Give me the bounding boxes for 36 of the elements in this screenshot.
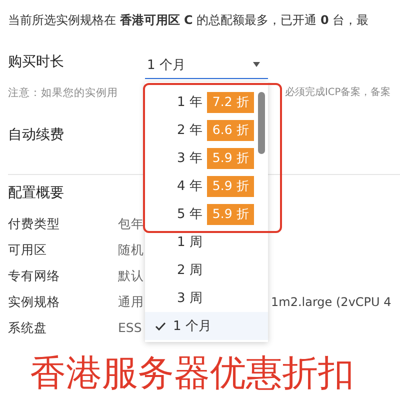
icp-note: 注意：如果您的实例用 xyxy=(8,86,118,101)
caret-icon xyxy=(253,62,260,67)
summary-label: 系统盘 xyxy=(8,319,48,337)
dropdown-option[interactable]: 2 周 xyxy=(145,256,268,284)
section-title: 配置概要 xyxy=(8,185,64,201)
summary-value: 默认 xyxy=(118,267,144,285)
summary-value: 包年 xyxy=(118,215,144,233)
dropdown-option[interactable]: 3 年 5.9 折 xyxy=(145,144,268,172)
discount-badge: 7.2 折 xyxy=(207,92,254,112)
dropdown-option[interactable]: 3 周 xyxy=(145,284,268,312)
annotation-text: 香港服务器优惠折扣 xyxy=(30,352,354,396)
check-icon xyxy=(155,322,166,330)
summary-label: 可用区 xyxy=(8,241,48,259)
summary-value: 随机 xyxy=(118,241,144,259)
dropdown-option[interactable]: 1 个月 xyxy=(145,312,268,340)
field-label: 购买时长 xyxy=(8,53,65,71)
discount-badge: 5.9 折 xyxy=(207,176,254,196)
dropdown-option[interactable]: 1 年 7.2 折 xyxy=(145,88,268,116)
discount-badge: 5.9 折 xyxy=(207,204,254,224)
summary-label: 实例规格 xyxy=(8,293,61,311)
discount-badge: 6.6 折 xyxy=(207,120,254,140)
dropdown-option[interactable]: 1 周 xyxy=(145,228,268,256)
summary-value: ESS xyxy=(118,319,142,337)
dropdown-option[interactable]: 5 年 5.9 折 xyxy=(145,200,268,228)
summary-value: 1m2.large (2vCPU 4 xyxy=(271,294,392,311)
duration-select[interactable]: 1 个月 xyxy=(145,51,268,79)
summary-label: 付费类型 xyxy=(8,215,61,233)
summary-value: 通用 xyxy=(118,293,144,311)
scrollbar-thumb[interactable] xyxy=(258,92,265,154)
dropdown-option[interactable]: 2 年 6.6 折 xyxy=(145,116,268,144)
field-label: 自动续费 xyxy=(8,127,64,143)
summary-label: 专有网络 xyxy=(8,267,61,285)
discount-badge: 5.9 折 xyxy=(207,148,254,168)
quota-notice: 当前所选实例规格在 香港可用区 C 的总配额最多，已开通 0 台，最 xyxy=(8,13,369,27)
icp-note: 必须完成ICP备案，备案 xyxy=(285,86,391,100)
dropdown-option[interactable]: 4 年 5.9 折 xyxy=(145,172,268,200)
